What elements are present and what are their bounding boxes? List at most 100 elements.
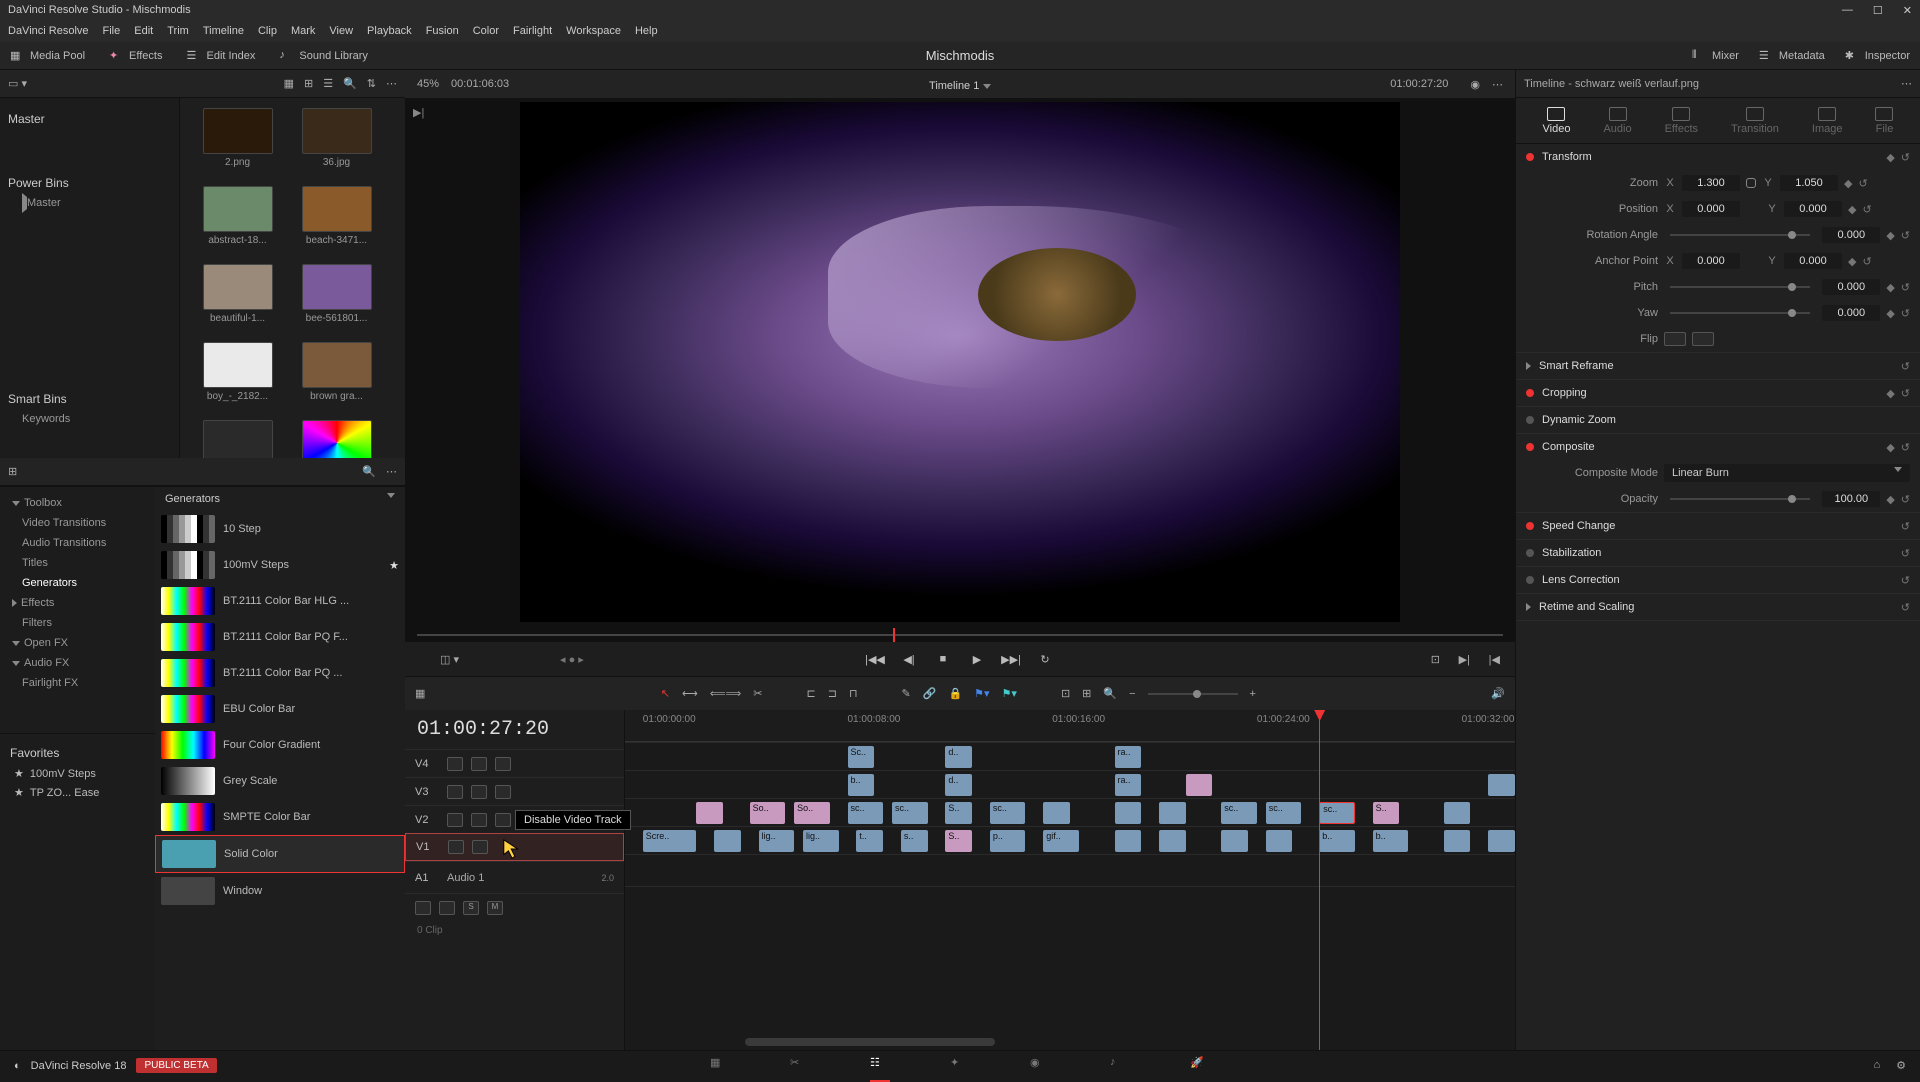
go-start-button[interactable]: |◀◀	[865, 649, 885, 669]
flag-blue[interactable]: ⚑▾	[974, 687, 989, 700]
zoom-y[interactable]: 1.050	[1780, 175, 1838, 191]
thumbnail[interactable]: clapperboa...	[190, 420, 285, 458]
clip[interactable]: sc..	[1266, 802, 1302, 824]
clip[interactable]: So..	[750, 802, 786, 824]
clip[interactable]: lig..	[803, 830, 839, 852]
match-frame-icon[interactable]: ⊡	[1431, 653, 1440, 666]
clip[interactable]: sc..	[990, 802, 1026, 824]
tl-zoom-in[interactable]: +	[1250, 688, 1256, 700]
marker-tool[interactable]: ✎	[902, 687, 911, 700]
generator-item[interactable]: Solid Color	[155, 835, 405, 873]
nav-titles[interactable]: Titles	[0, 553, 155, 573]
composite-header[interactable]: Composite	[1542, 441, 1878, 453]
generator-item[interactable]: BT.2111 Color Bar PQ ...	[155, 655, 405, 691]
anchor-x[interactable]: 0.000	[1682, 253, 1740, 269]
menu-timeline[interactable]: Timeline	[203, 25, 244, 37]
clip[interactable]	[1159, 830, 1186, 852]
menu-davinci-resolve[interactable]: DaVinci Resolve	[8, 25, 89, 37]
trim-tool[interactable]: ⟷	[682, 687, 698, 700]
nav-generators[interactable]: Generators	[0, 573, 155, 593]
solo-button[interactable]: S	[463, 901, 479, 915]
clip[interactable]: s..	[901, 830, 928, 852]
generator-item[interactable]: Grey Scale	[155, 763, 405, 799]
step-fwd-icon[interactable]: ▶|	[1459, 653, 1470, 666]
fairlight-page-icon[interactable]: ♪	[1110, 1056, 1130, 1076]
favorite-item[interactable]: ★TP ZO... Ease	[10, 783, 145, 802]
thumbnail[interactable]: colour-whe...	[289, 420, 384, 458]
collapse-icon[interactable]	[387, 493, 395, 498]
clip[interactable]: b..	[848, 774, 875, 796]
mute-button[interactable]: M	[487, 901, 503, 915]
clip[interactable]: Sc..	[848, 746, 875, 768]
menu-clip[interactable]: Clip	[258, 25, 277, 37]
insp-options-icon[interactable]: ⋯	[1901, 77, 1912, 90]
clip[interactable]	[1266, 830, 1293, 852]
menu-file[interactable]: File	[103, 25, 121, 37]
menu-mark[interactable]: Mark	[291, 25, 315, 37]
link-icon[interactable]	[1746, 178, 1756, 188]
pos-y[interactable]: 0.000	[1784, 201, 1842, 217]
menu-edit[interactable]: Edit	[134, 25, 153, 37]
clip[interactable]: S..	[1373, 802, 1400, 824]
clip[interactable]: S..	[945, 830, 972, 852]
clip[interactable]: ra..	[1115, 746, 1142, 768]
cropping-header[interactable]: Cropping	[1542, 387, 1878, 399]
enable-icon[interactable]	[495, 757, 511, 771]
track-v3[interactable]: V3	[405, 777, 624, 805]
clip[interactable]	[1488, 830, 1515, 852]
fx-options-icon[interactable]: ⋯	[386, 465, 397, 478]
nav-fairlight[interactable]: Fairlight FX	[0, 673, 155, 693]
keyframe-icon[interactable]: ◆	[1886, 151, 1894, 164]
lock-icon[interactable]	[415, 901, 431, 915]
bin-master[interactable]: Master	[8, 112, 171, 126]
inspector-tab-effects[interactable]: Effects	[1665, 107, 1698, 135]
nav-audio-transitions[interactable]: Audio Transitions	[0, 533, 155, 553]
generator-item[interactable]: SMPTE Color Bar	[155, 799, 405, 835]
inspector-button[interactable]: ✱Inspector	[1845, 49, 1910, 63]
playhead[interactable]	[1319, 710, 1320, 1050]
generator-item[interactable]: 10 Step	[155, 511, 405, 547]
clip[interactable]	[1488, 774, 1515, 796]
viewer-bypass-icon[interactable]: ◉	[1470, 78, 1480, 91]
clip[interactable]: sc..	[892, 802, 928, 824]
menu-playback[interactable]: Playback	[367, 25, 412, 37]
yaw-slider[interactable]	[1670, 312, 1810, 314]
in-out-dropdown[interactable]: ◫ ▾	[440, 653, 459, 666]
favorite-item[interactable]: ★100mV Steps	[10, 764, 145, 783]
thumbnail[interactable]: beach-3471...	[289, 186, 384, 260]
menu-help[interactable]: Help	[635, 25, 658, 37]
composite-mode-select[interactable]: Linear Burn	[1664, 464, 1910, 482]
fx-panel-toggle[interactable]: ⊞	[8, 465, 17, 478]
clip[interactable]	[1186, 774, 1213, 796]
opacity-val[interactable]: 100.00	[1822, 491, 1880, 507]
generator-item[interactable]: 100mV Steps★	[155, 547, 405, 583]
clip[interactable]: gif..	[1043, 830, 1079, 852]
clip[interactable]: sc..	[1221, 802, 1257, 824]
pos-x[interactable]: 0.000	[1682, 201, 1740, 217]
clip[interactable]: Scre..	[643, 830, 696, 852]
clip[interactable]: b..	[1319, 830, 1355, 852]
inspector-tab-image[interactable]: Image	[1812, 107, 1843, 135]
mute-icon[interactable]: 🔊	[1491, 687, 1505, 700]
deliver-page-icon[interactable]: 🚀	[1190, 1056, 1210, 1076]
nav-effects[interactable]: Effects	[0, 593, 155, 613]
menu-fusion[interactable]: Fusion	[426, 25, 459, 37]
clip[interactable]: So..	[794, 802, 830, 824]
nav-video-transitions[interactable]: Video Transitions	[0, 513, 155, 533]
clip[interactable]	[1159, 802, 1186, 824]
blade-tool[interactable]: ✂	[753, 687, 762, 700]
inspector-tab-audio[interactable]: Audio	[1603, 107, 1631, 135]
reset-icon[interactable]: ↺	[1901, 151, 1910, 164]
dynamic-zoom-header[interactable]: Dynamic Zoom	[1542, 414, 1910, 426]
generator-item[interactable]: Four Color Gradient	[155, 727, 405, 763]
maximize-button[interactable]: ☐	[1873, 4, 1883, 17]
tl-zoom-slider[interactable]	[1148, 693, 1238, 695]
minimize-button[interactable]: —	[1842, 4, 1853, 17]
speed-header[interactable]: Speed Change	[1542, 520, 1893, 532]
viewer-zoom[interactable]: 45%	[417, 78, 439, 90]
clip[interactable]: b..	[1373, 830, 1409, 852]
clip[interactable]: S..	[945, 802, 972, 824]
clip[interactable]: lig..	[759, 830, 795, 852]
viewer-timeline-name[interactable]: Timeline 1	[929, 77, 991, 92]
edit-index-button[interactable]: ☰Edit Index	[186, 49, 255, 63]
